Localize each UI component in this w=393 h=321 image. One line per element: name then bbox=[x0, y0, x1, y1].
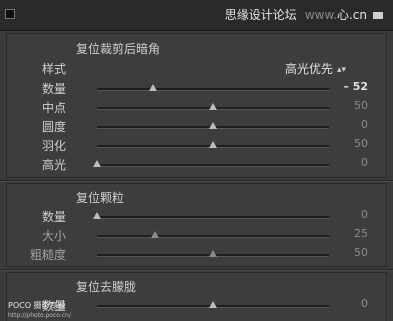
slider-track[interactable] bbox=[97, 231, 329, 238]
slider-value[interactable]: 50 bbox=[354, 137, 368, 150]
header-title-text-3: 心.cn bbox=[336, 8, 367, 22]
slider-value[interactable]: 0 bbox=[361, 156, 368, 169]
slider-value[interactable]: – 52 bbox=[343, 80, 368, 93]
section-divider bbox=[0, 180, 393, 182]
section-grain: 复位颗粒 数量 0 大小 25 粗糙度 50 bbox=[6, 183, 387, 267]
style-row: 样式 高光优先 ▴▾ bbox=[7, 60, 386, 78]
slider-label: 高光 bbox=[41, 158, 66, 172]
slider-label: 羽化 bbox=[41, 139, 66, 153]
slider-track[interactable] bbox=[97, 141, 329, 148]
style-select[interactable]: 高光优先 ▴▾ bbox=[285, 60, 346, 77]
slider-thumb[interactable] bbox=[93, 212, 101, 219]
slider-thumb[interactable] bbox=[148, 84, 157, 91]
slider-track[interactable] bbox=[97, 122, 329, 129]
panel-header: 思缘设计论坛 www.心.cn bbox=[0, 0, 393, 31]
slider-row: 大小 25 bbox=[7, 227, 386, 245]
header-title-text: 思缘设计论坛 bbox=[224, 8, 297, 22]
slider-row: 数量 0 bbox=[7, 208, 386, 226]
section-title-post-crop-vignette[interactable]: 复位裁剪后暗角 bbox=[76, 40, 160, 57]
slider-thumb[interactable] bbox=[209, 141, 217, 148]
header-title-text-2: www. bbox=[304, 8, 337, 22]
slider-value[interactable]: 50 bbox=[354, 99, 368, 112]
slider-row: 粗糙度 50 bbox=[7, 246, 386, 264]
section-divider bbox=[0, 269, 393, 271]
slider-value[interactable]: 50 bbox=[354, 246, 368, 259]
slider-track[interactable] bbox=[97, 103, 329, 110]
slider-row: 数量 – 52 bbox=[7, 80, 386, 98]
slider-thumb[interactable] bbox=[93, 160, 101, 167]
slider-label: 数量 bbox=[41, 210, 66, 224]
slider-value[interactable]: 0 bbox=[361, 208, 368, 221]
panel-toggle-icon[interactable] bbox=[373, 12, 383, 19]
slider-thumb[interactable] bbox=[209, 250, 217, 257]
slider-thumb[interactable] bbox=[209, 301, 217, 308]
slider-value[interactable]: 0 bbox=[361, 118, 368, 131]
watermark-line2: http://photo.poco.cn/ bbox=[8, 312, 71, 319]
slider-label: 粗糙度 bbox=[29, 248, 66, 262]
slider-track[interactable] bbox=[97, 84, 329, 91]
section-title-dehaze[interactable]: 复位去朦胧 bbox=[76, 278, 136, 295]
slider-value[interactable]: 25 bbox=[354, 227, 368, 240]
slider-row: 圆度 0 bbox=[7, 118, 386, 136]
style-label: 样式 bbox=[41, 62, 66, 76]
slider-track[interactable] bbox=[93, 212, 329, 219]
slider-thumb[interactable] bbox=[209, 103, 217, 110]
slider-label: 大小 bbox=[41, 229, 66, 243]
slider-track[interactable] bbox=[97, 301, 329, 308]
slider-row: 高光 0 bbox=[7, 156, 386, 174]
slider-label: 中点 bbox=[41, 101, 66, 115]
watermark-line1: POCO 摄影专题 bbox=[8, 301, 66, 310]
slider-label: 数量 bbox=[41, 82, 66, 96]
section-title-grain[interactable]: 复位颗粒 bbox=[76, 189, 124, 206]
slider-thumb[interactable] bbox=[151, 231, 159, 238]
section-post-crop-vignette: 复位裁剪后暗角 样式 高光优先 ▴▾ 数量 – 52 中点 50 圆度 0 羽化 50 高光 0 bbox=[6, 33, 387, 178]
slider-thumb[interactable] bbox=[209, 122, 217, 129]
slider-track[interactable] bbox=[97, 250, 329, 257]
slider-row: 羽化 50 bbox=[7, 137, 386, 155]
lightroom-effects-panel: 思缘设计论坛 www.心.cn 复位裁剪后暗角 样式 高光优先 ▴▾ 数量 – 52 中… bbox=[0, 0, 393, 321]
slider-label: 圆度 bbox=[41, 120, 66, 134]
header-title: 思缘设计论坛 www.心.cn bbox=[225, 6, 383, 23]
style-select-value: 高光优先 bbox=[284, 62, 333, 76]
slider-row: 中点 50 bbox=[7, 99, 386, 117]
updown-arrows-icon: ▴▾ bbox=[336, 65, 346, 75]
slider-value[interactable]: 0 bbox=[361, 297, 368, 310]
poco-watermark: POCO 摄影专题 http://photo.poco.cn/ bbox=[8, 300, 71, 319]
slider-track[interactable] bbox=[93, 160, 329, 167]
collapse-icon[interactable] bbox=[5, 9, 15, 19]
